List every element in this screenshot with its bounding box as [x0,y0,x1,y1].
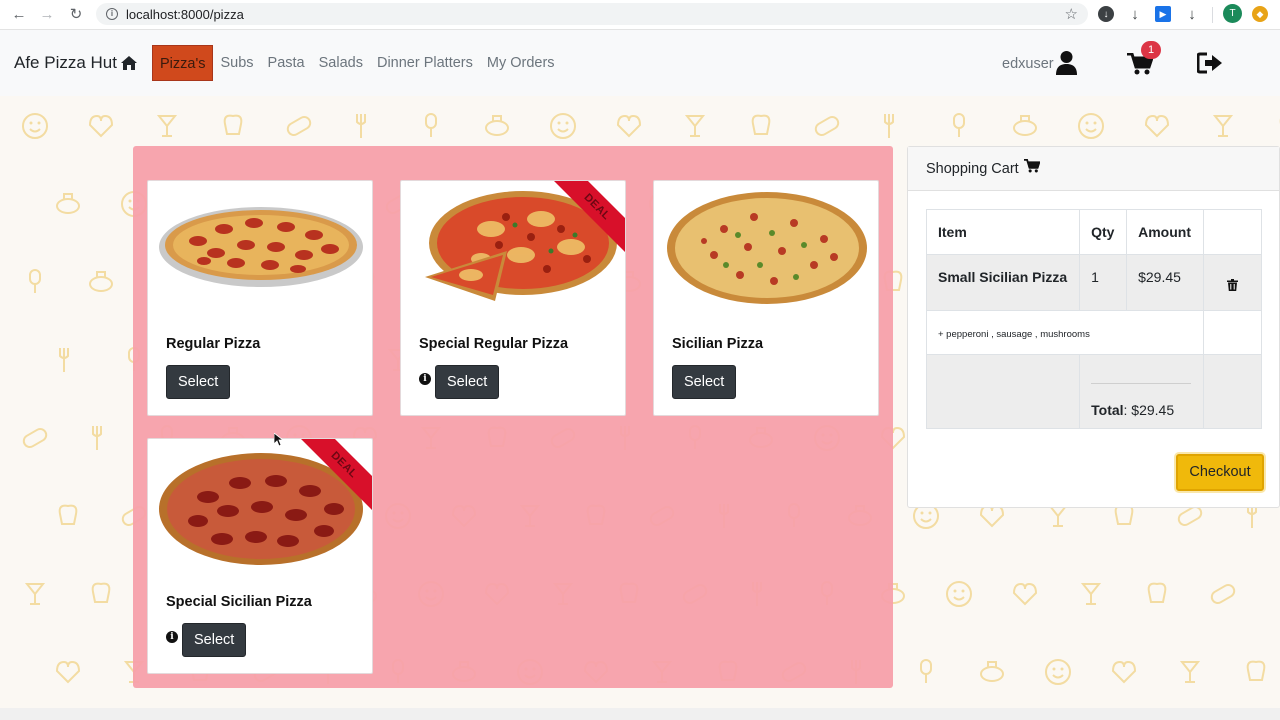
url-text[interactable]: localhost:8000/pizza [126,7,244,22]
checkout-button[interactable]: Checkout [1176,454,1264,491]
cart-table: Item Qty Amount Small Sicilian Pizza 1 $… [925,209,1262,429]
cart-item-row: Small Sicilian Pizza 1 $29.45 [925,254,1262,311]
bookmark-star-icon[interactable]: ☆ [1065,5,1078,23]
column-header-amount: Amount [1126,209,1205,255]
product-panel: Regular Pizza Select DEAL Special Regula… [133,146,893,688]
shopping-cart-panel: Shopping Cart Item Qty Amount Small Sici… [907,146,1280,508]
pepperoni-pizza-image [159,207,363,287]
cart-icon [1023,147,1041,191]
toppings-spacer [1203,310,1262,355]
select-button[interactable]: Select [182,623,247,657]
extension-play-icon[interactable]: ▶ [1155,6,1171,22]
select-button[interactable]: Select [672,365,737,399]
cart-header: Shopping Cart [908,147,1279,191]
profile-avatar[interactable]: T [1223,4,1242,23]
total-cell: Total: $29.45 [1079,354,1205,429]
cart-item-toppings: + pepperoni , sausage , mushrooms [925,310,1205,355]
brand-link[interactable]: Afe Pizza Hut [14,53,137,73]
download-circle-icon[interactable]: ↓ [1098,6,1114,22]
mouse-cursor-icon [273,432,285,452]
info-icon[interactable]: i [106,8,118,20]
trash-icon[interactable] [1227,278,1250,294]
sicilian-pizza-image [667,192,867,304]
product-title: Sicilian Pizza [672,336,764,352]
back-arrow-icon[interactable]: ← [9,4,29,24]
column-header-item: Item [925,209,1081,255]
product-card-special-regular-pizza: DEAL Special Regular Pizza i Select [400,180,626,416]
cart-total-row: Total: $29.45 [925,354,1262,429]
menu-item-salads[interactable]: Salads [312,45,370,81]
address-bar[interactable]: i localhost:8000/pizza ☆ [96,3,1088,25]
cart-item-actions [1203,254,1262,311]
menu-item-my-orders[interactable]: My Orders [480,45,562,81]
product-title: Regular Pizza [166,336,261,352]
total-divider [1091,383,1192,384]
product-card-special-sicilian-pizza: DEAL Special Sicilian Pizza i Select [147,438,373,674]
cart-item-qty: 1 [1079,254,1128,311]
select-button[interactable]: Select [166,365,231,399]
cart-count-badge: 1 [1141,41,1161,59]
product-card-regular-pizza: Regular Pizza Select [147,180,373,416]
user-icon[interactable] [1056,51,1077,80]
category-menu: Pizza's Subs Pasta Salads Dinner Platter… [152,45,562,81]
browser-toolbar: ← → ↻ i localhost:8000/pizza ☆ ↓ ↓ ▶ ↓ T… [0,0,1280,30]
download-icon[interactable]: ↓ [1127,6,1143,23]
product-title: Special Sicilian Pizza [166,594,312,610]
column-header-actions [1203,209,1262,255]
menu-item-dinner-platters[interactable]: Dinner Platters [370,45,480,81]
download-arrow-icon[interactable]: ↓ [1184,6,1200,23]
total-actions-spacer [1203,354,1262,429]
product-title: Special Regular Pizza [419,336,569,352]
home-icon [121,56,137,70]
cart-item-name: Small Sicilian Pizza [925,254,1081,311]
menu-item-pasta[interactable]: Pasta [261,45,312,81]
info-icon[interactable]: i [419,373,431,385]
total-label: Total [1091,402,1124,418]
select-button[interactable]: Select [435,365,500,399]
total-value: : $29.45 [1123,402,1175,418]
menu-item-subs[interactable]: Subs [213,45,260,81]
menu-item-pizzas[interactable]: Pizza's [152,45,214,81]
column-header-qty: Qty [1079,209,1128,255]
extension-icon[interactable]: ◆ [1252,6,1268,22]
brand-name: Afe Pizza Hut [14,53,117,72]
product-card-sicilian-pizza: Sicilian Pizza Select [653,180,879,416]
page-bottom-strip [0,708,1280,720]
cart-toppings-row: + pepperoni , sausage , mushrooms [925,310,1262,355]
cart-title: Shopping Cart [926,160,1019,177]
cart-item-amount: $29.45 [1126,254,1205,311]
username-label[interactable]: edxuser [1002,56,1054,72]
total-spacer [925,354,1081,429]
info-icon[interactable]: i [166,631,178,643]
logout-icon[interactable] [1196,52,1223,79]
reload-icon[interactable]: ↻ [66,4,86,24]
forward-arrow-icon[interactable]: → [37,4,57,24]
toolbar-divider [1212,7,1213,23]
site-navbar: Afe Pizza Hut Pizza's Subs Pasta Salads … [0,30,1280,96]
